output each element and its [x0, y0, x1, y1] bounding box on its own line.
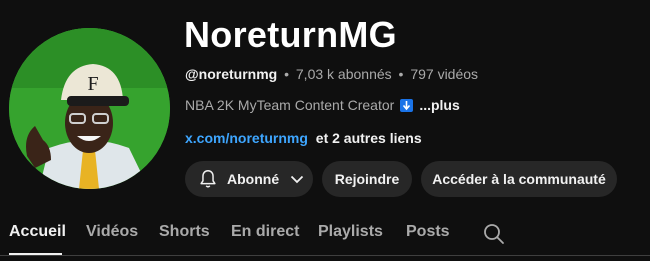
subscribed-label: Abonné — [227, 171, 280, 187]
search-icon[interactable] — [482, 222, 506, 246]
channel-meta: @noreturnmg • 7,03 k abonnés • 797 vidéo… — [185, 66, 478, 82]
channel-name: NoreturnMG — [184, 14, 397, 55]
more-link[interactable]: ...plus — [419, 97, 459, 113]
join-button[interactable]: Rejoindre — [322, 161, 412, 197]
channel-links: x.com/noreturnmg et 2 autres liens — [185, 130, 422, 146]
video-count: 797 vidéos — [410, 66, 479, 82]
channel-tabs: Accueil Vidéos Shorts En direct Playlist… — [0, 213, 650, 255]
svg-text:F: F — [87, 73, 98, 95]
channel-header: F NoreturnMG @noreturnmg • 7,03 k abonné… — [0, 0, 650, 261]
tab-live[interactable]: En direct — [231, 223, 299, 241]
tab-posts[interactable]: Posts — [406, 223, 450, 241]
tab-shorts[interactable]: Shorts — [159, 223, 210, 241]
community-button[interactable]: Accéder à la communauté — [421, 161, 617, 197]
description-text: NBA 2K MyTeam Content Creator — [185, 97, 395, 113]
tab-videos[interactable]: Vidéos — [86, 223, 138, 241]
meta-separator: • — [398, 66, 404, 82]
tab-playlists[interactable]: Playlists — [318, 223, 383, 241]
tab-home[interactable]: Accueil — [9, 223, 66, 241]
other-links[interactable]: et 2 autres liens — [316, 130, 422, 146]
subscriber-count: 7,03 k abonnés — [295, 66, 392, 82]
channel-avatar[interactable]: F — [9, 28, 170, 189]
channel-description[interactable]: NBA 2K MyTeam Content Creator ...plus — [185, 97, 460, 113]
tabs-divider — [0, 255, 650, 256]
bell-icon — [200, 170, 216, 188]
chevron-down-icon — [290, 175, 304, 184]
external-link[interactable]: x.com/noreturnmg — [185, 130, 308, 146]
channel-handle: @noreturnmg — [185, 66, 278, 82]
meta-separator: • — [284, 66, 289, 82]
down-arrow-emoji-icon — [400, 98, 414, 112]
subscribed-button[interactable]: Abonné — [185, 161, 313, 197]
